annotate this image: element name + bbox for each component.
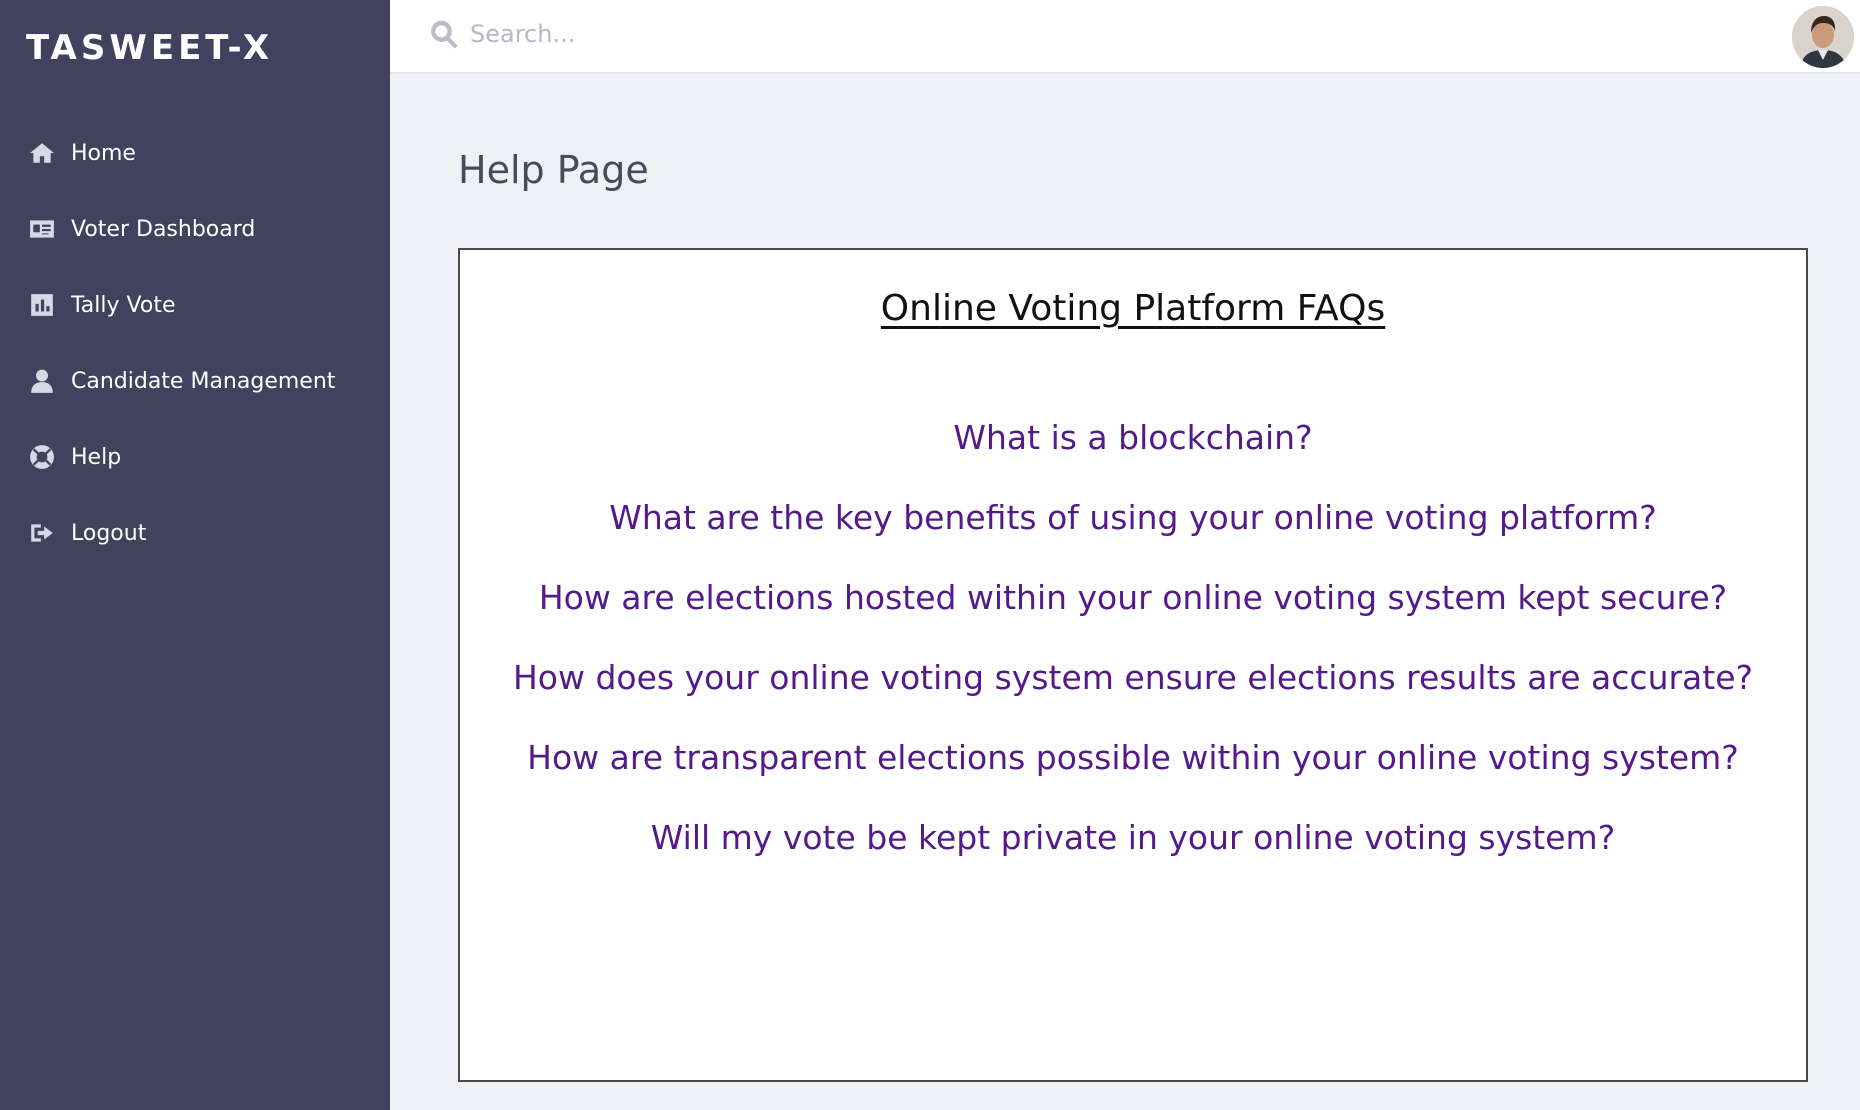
faq-panel: Online Voting Platform FAQs What is a bl… bbox=[458, 248, 1808, 1082]
top-bar bbox=[390, 0, 1860, 74]
faq-link[interactable]: How does your online voting system ensur… bbox=[460, 658, 1806, 738]
sidebar-item-help[interactable]: Help bbox=[0, 419, 390, 495]
faq-link[interactable]: What are the key benefits of using your … bbox=[460, 498, 1806, 578]
sidebar-item-label: Voter Dashboard bbox=[71, 216, 256, 242]
faq-link[interactable]: How are transparent elections possible w… bbox=[460, 738, 1806, 818]
brand-logo[interactable]: TASWEET-X bbox=[26, 28, 273, 68]
home-icon bbox=[28, 139, 56, 167]
sidebar-item-label: Tally Vote bbox=[71, 292, 176, 318]
sidebar-item-voter-dashboard[interactable]: Voter Dashboard bbox=[0, 191, 390, 267]
faq-list: What is a blockchain? What are the key b… bbox=[460, 418, 1806, 898]
sidebar-item-label: Logout bbox=[71, 520, 147, 546]
sidebar-item-candidate-management[interactable]: Candidate Management bbox=[0, 343, 390, 419]
faq-title: Online Voting Platform FAQs bbox=[880, 288, 1386, 329]
sidebar-item-label: Candidate Management bbox=[71, 368, 336, 394]
sidebar-nav: Home Voter Dashboard Tally Vote Candidat… bbox=[0, 115, 390, 571]
sidebar-item-logout[interactable]: Logout bbox=[0, 495, 390, 571]
page-title: Help Page bbox=[458, 148, 649, 192]
search-input[interactable] bbox=[470, 12, 1070, 56]
sidebar-item-home[interactable]: Home bbox=[0, 115, 390, 191]
sidebar-item-label: Home bbox=[71, 140, 136, 166]
bar-chart-icon bbox=[28, 291, 56, 319]
id-card-icon bbox=[28, 215, 56, 243]
avatar[interactable] bbox=[1792, 6, 1854, 68]
faq-link[interactable]: What is a blockchain? bbox=[460, 418, 1806, 498]
sign-out-icon bbox=[28, 519, 56, 547]
user-icon bbox=[28, 367, 56, 395]
sidebar-item-tally-vote[interactable]: Tally Vote bbox=[0, 267, 390, 343]
sidebar-item-label: Help bbox=[71, 444, 122, 470]
sidebar: TASWEET-X Home Voter Dashboard Tally Vot… bbox=[0, 0, 390, 1110]
search-icon[interactable] bbox=[428, 18, 460, 50]
faq-link[interactable]: Will my vote be kept private in your onl… bbox=[460, 818, 1806, 898]
faq-link[interactable]: How are elections hosted within your onl… bbox=[460, 578, 1806, 658]
life-ring-icon bbox=[28, 443, 56, 471]
